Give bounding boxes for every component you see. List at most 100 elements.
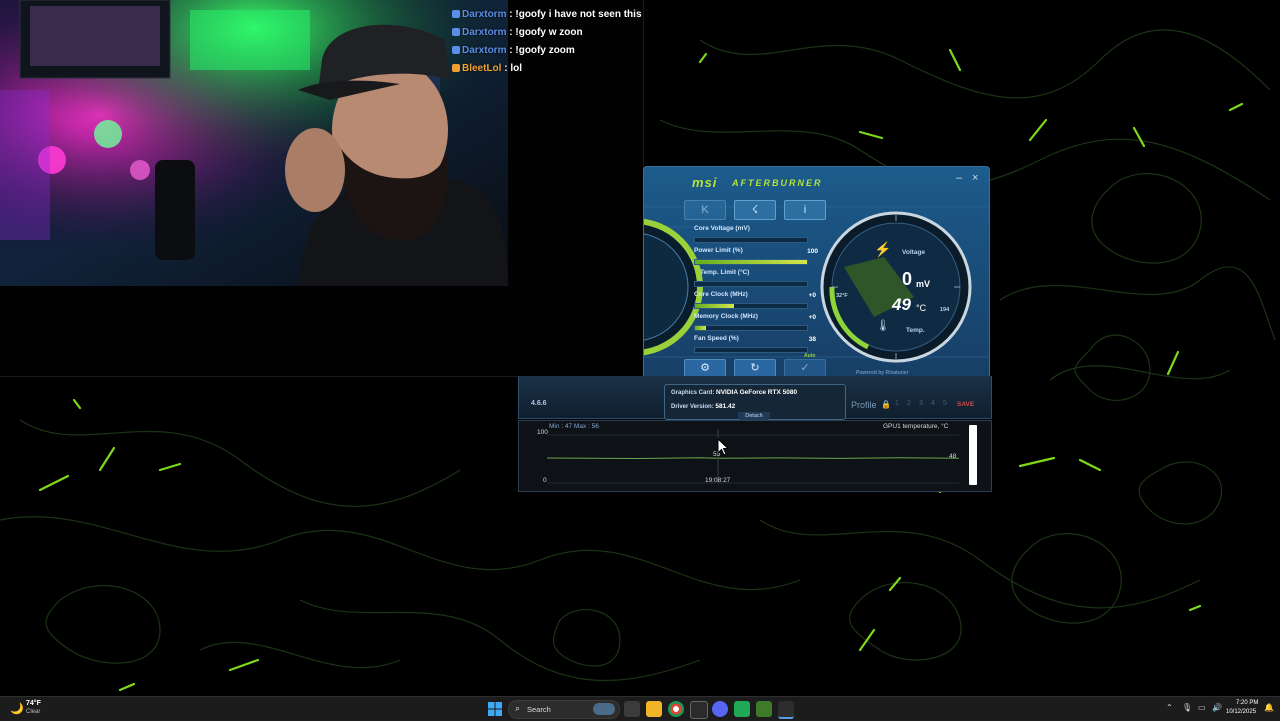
profile-slot-2[interactable]: 2 [907, 400, 911, 407]
k-boost-button[interactable]: K [684, 200, 726, 220]
notification-icon[interactable]: 🔔 [1264, 703, 1274, 712]
chat-text: !goofy zoom [515, 45, 575, 56]
version-label: 4.6.6 [531, 400, 547, 407]
profile-slot-3[interactable]: 3 [919, 400, 923, 407]
taskbar-search-box[interactable]: ⌕ Search [508, 700, 620, 719]
power-limit-slider[interactable] [694, 259, 808, 265]
voltage-readout: 0 [902, 269, 913, 289]
msi-afterburner-window: msi AFTERBURNER – × K ☇ i Core Voltage (… [518, 166, 992, 492]
afterburner-main-panel: msi AFTERBURNER – × K ☇ i Core Voltage (… [643, 166, 990, 378]
reset-button[interactable]: ↻ [734, 359, 776, 377]
microphone-icon[interactable]: 🎙 [1182, 703, 1192, 712]
clock-date[interactable]: 10/12/2025 [1226, 709, 1256, 715]
graph-cursor-time: 19:08:27 [705, 477, 731, 484]
memory-clock-label: Memory Clock (MHz) [694, 313, 758, 320]
battlefield-icon[interactable] [778, 701, 794, 719]
memory-clock-slider[interactable] [694, 325, 808, 331]
graph-y-min: 0 [543, 477, 547, 484]
temp-scale-mark: 194 [940, 307, 950, 313]
temperature-line [546, 457, 960, 460]
network-icon[interactable]: ▭ [1198, 703, 1206, 712]
graphics-card-name: NVIDIA GeForce RTX 5080 [716, 389, 798, 396]
oc-scanner-button[interactable]: ☇ [734, 200, 776, 220]
afterburner-titlebar[interactable]: msi AFTERBURNER – × [644, 167, 989, 195]
driver-label: Driver Version: [671, 404, 714, 410]
core-voltage-label: Core Voltage (mV) [694, 225, 750, 232]
chat-username: Darxtorm [462, 45, 507, 56]
memory-clock-value: +0 [808, 314, 816, 321]
chat-text: !goofy w zoon [515, 27, 583, 38]
badge-icon [452, 46, 460, 54]
temp-gauge-label: Temp. [906, 327, 925, 334]
profile-slot-4[interactable]: 4 [931, 400, 935, 407]
temp-fahrenheit-mark: 32°F [836, 293, 848, 299]
graph-title: GPU1 temperature, °C [883, 423, 949, 430]
chat-message: Darxtorm : !goofy zoom [452, 42, 642, 60]
chat-separator: : [509, 27, 513, 38]
tray-overflow-icon[interactable]: ⌃ [1166, 703, 1173, 712]
chat-message: Darxtorm : !goofy i have not seen this [452, 6, 642, 24]
settings-button[interactable]: ⚙ [684, 359, 726, 377]
fan-speed-slider[interactable] [694, 347, 808, 353]
chat-text: lol [510, 63, 523, 74]
task-view-icon[interactable] [624, 701, 640, 717]
graphics-card-label: Graphics Card: [671, 390, 715, 396]
search-label: Search [527, 705, 551, 714]
power-limit-fill [695, 260, 807, 264]
thermometer-icon: 🌡 [876, 320, 890, 332]
msi-logo: msi [692, 175, 718, 190]
core-clock-value: +0 [808, 292, 816, 299]
afterburner-logo-text: AFTERBURNER [732, 178, 823, 188]
nvidia-app-icon[interactable] [756, 701, 772, 717]
badge-icon [452, 28, 460, 36]
chat-message: BleetLol : lol [452, 60, 642, 78]
terminal-icon[interactable] [690, 701, 708, 719]
search-highlight-icon [593, 703, 615, 715]
driver-row: Driver Version: 581.42 [671, 403, 735, 410]
detach-button[interactable]: Detach [738, 412, 770, 420]
close-button[interactable]: × [972, 172, 978, 184]
driver-version: 581.42 [715, 403, 736, 410]
clock-time[interactable]: 7:20 PM [1236, 700, 1258, 706]
graph-scrollbar[interactable] [969, 425, 977, 485]
xbox-icon[interactable] [734, 701, 750, 717]
graphics-card-row: Graphics Card: NVIDIA GeForce RTX 5080 [671, 389, 797, 396]
temp-limit-slider[interactable] [694, 281, 808, 287]
core-clock-slider[interactable] [694, 303, 808, 309]
temperature-readout: 49 [892, 295, 911, 314]
graph-plot [546, 429, 960, 484]
apply-button[interactable]: ✓ [784, 359, 826, 377]
graph-min-max: Min : 47 Max : 56 [549, 423, 599, 430]
core-voltage-slider[interactable] [694, 237, 808, 243]
voltage-gauge-label: Voltage [902, 249, 925, 256]
chat-separator: : [509, 9, 513, 20]
volume-icon[interactable]: 🔊 [1212, 703, 1222, 712]
power-limit-value: 100 [807, 248, 818, 255]
lock-icon[interactable]: 🔒 [881, 400, 891, 409]
power-limit-label: Power Limit (%) [694, 247, 743, 254]
memory-clock-fill [695, 326, 707, 330]
chat-separator: : [504, 63, 508, 74]
chat-username: Darxtorm [462, 9, 507, 20]
chat-text: !goofy i have not seen this [515, 9, 642, 20]
fan-speed-label: Fan Speed (%) [694, 335, 739, 342]
profile-slot-1[interactable]: 1 [895, 400, 899, 407]
minimize-button[interactable]: – [956, 172, 962, 184]
afterburner-skin [644, 206, 989, 363]
weather-condition: Clear [26, 709, 41, 715]
file-explorer-icon[interactable] [646, 701, 662, 717]
chat-panel: Darxtorm : !goofy i have not seen this D… [452, 6, 642, 78]
chrome-icon[interactable] [668, 701, 684, 717]
weather-icon: 🌙 [10, 703, 24, 715]
taskbar: 🌙 74°F Clear ⌕ Search ⌃ 🎙 ▭ 🔊 7:20 PM 10… [0, 696, 1280, 721]
chat-message: Darxtorm : !goofy w zoon [452, 24, 642, 42]
monitoring-graph[interactable]: Min : 47 Max : 56 GPU1 temperature, °C 1… [518, 420, 992, 492]
chat-username: BleetLol [462, 63, 502, 74]
voltage-unit: mV [916, 279, 931, 289]
profile-label: Profile [851, 400, 877, 410]
profile-slot-5[interactable]: 5 [943, 400, 947, 407]
save-button[interactable]: SAVE [957, 401, 974, 408]
info-button[interactable]: i [784, 200, 826, 220]
discord-icon[interactable] [712, 701, 728, 717]
windows-start-icon[interactable] [488, 702, 502, 716]
